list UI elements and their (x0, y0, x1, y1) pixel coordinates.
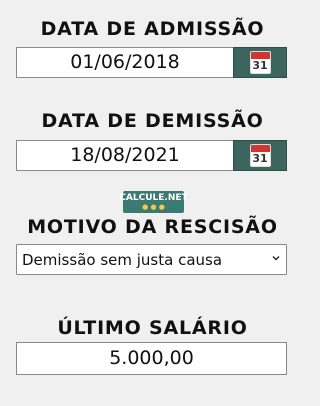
reason-select[interactable]: Demissão sem justa causa (16, 244, 287, 275)
chevron-down-icon (272, 256, 280, 261)
calcule-net-logo: CALCULE.NET ● ● ● (119, 191, 188, 213)
rescission-calculator-form: DATA DE ADMISSÃO 01/06/2018 31 DATA DE D… (0, 0, 305, 406)
dismissal-date-input[interactable]: 18/08/2021 (16, 140, 233, 171)
calendar-icon: 31 (249, 51, 271, 74)
coins-icon: ● ● ● (142, 203, 165, 211)
calendar-icon-day: 31 (252, 59, 268, 72)
calendar-icon-day: 31 (252, 152, 268, 165)
dismissal-date-row: 18/08/2021 31 (16, 140, 287, 171)
admission-calendar-button[interactable]: 31 (233, 47, 287, 78)
dismissal-calendar-button[interactable]: 31 (233, 140, 287, 171)
reason-selected-value: Demissão sem justa causa (22, 250, 223, 269)
admission-date-row: 01/06/2018 31 (16, 47, 287, 78)
dismissal-title: DATA DE DEMISSÃO (41, 110, 264, 132)
salary-title: ÚLTIMO SALÁRIO (57, 317, 248, 339)
logo-text: CALCULE.NET (119, 193, 188, 203)
calendar-icon: 31 (249, 144, 271, 167)
salary-input[interactable]: 5.000,00 (16, 342, 287, 375)
reason-title: MOTIVO DA RESCISÃO (27, 216, 278, 238)
admission-title: DATA DE ADMISSÃO (40, 18, 265, 40)
admission-date-input[interactable]: 01/06/2018 (16, 47, 233, 78)
